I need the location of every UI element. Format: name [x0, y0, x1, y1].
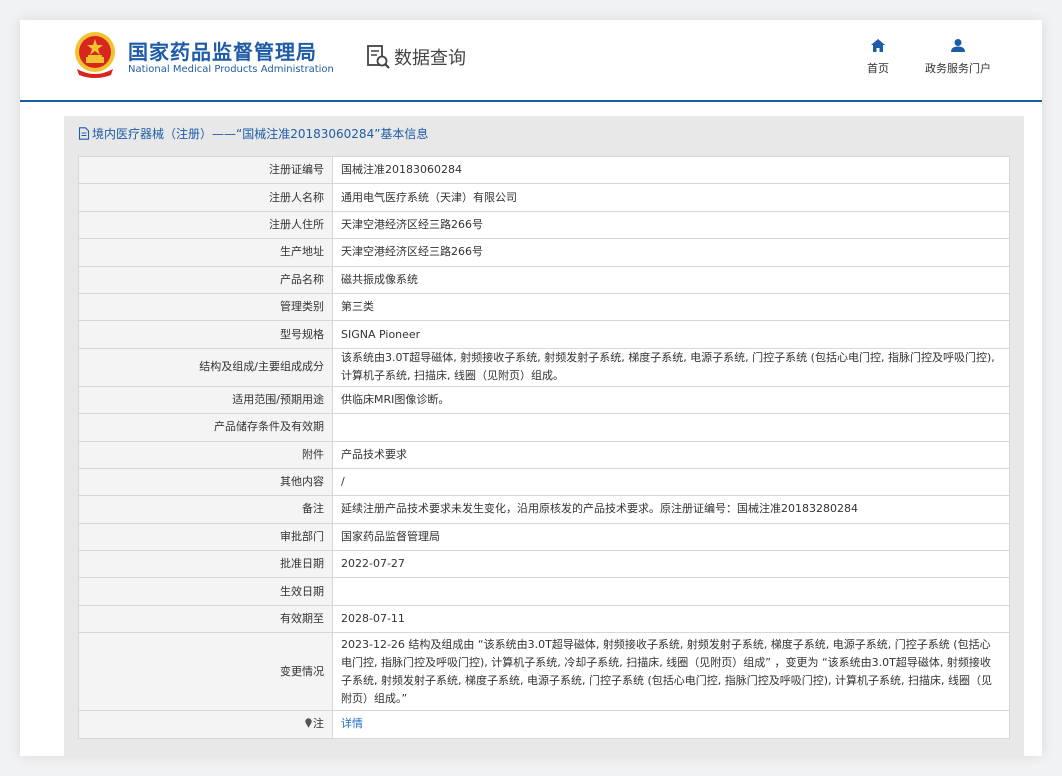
user-icon — [951, 39, 965, 52]
field-label: 有效期至 — [78, 604, 333, 634]
home-icon — [871, 39, 885, 52]
field-label: 产品名称 — [78, 265, 333, 294]
nav-home-label: 首页 — [867, 62, 889, 75]
field-value: 2022-07-27 — [332, 550, 1010, 579]
document-search-icon — [367, 45, 390, 69]
data-query-label: 数据查询 — [394, 48, 466, 69]
field-value: / — [332, 467, 1010, 497]
table-row: 注册证编号 国械注准20183060284 — [78, 155, 1010, 185]
panel-title-text: 境内医疗器械（注册）——“国械注准20183060284”基本信息 — [92, 126, 429, 141]
table-row: 结构及组成/主要组成成分 该系统由3.0T超导磁体, 射频接收子系统, 射频发射… — [78, 347, 1010, 387]
field-value — [332, 413, 1010, 442]
field-value: 天津空港经济区经三路266号 — [332, 210, 1010, 240]
pin-icon — [305, 718, 312, 729]
nav-portal-link[interactable]: 政务服务门户 — [918, 38, 998, 76]
field-value: 2023-12-26 结构及组成由 “该系统由3.0T超导磁体, 射频接收子系统… — [332, 632, 1010, 712]
field-label: 管理类别 — [78, 292, 333, 322]
field-label: 注册人住所 — [78, 210, 333, 240]
field-value: 磁共振成像系统 — [332, 265, 1010, 294]
table-row: 注册人名称 通用电气医疗系统（天津）有限公司 — [78, 183, 1010, 212]
table-row: 备注 延续注册产品技术要求未发生变化，沿用原核发的产品技术要求。原注册证编号：国… — [78, 495, 1010, 524]
org-name-en: National Medical Products Administration — [128, 64, 334, 75]
table-row: 型号规格 SIGNA Pioneer — [78, 320, 1010, 349]
document-icon — [78, 126, 90, 140]
table-row: 产品储存条件及有效期 — [78, 413, 1010, 442]
field-label: 附件 — [78, 440, 333, 469]
field-value: 国械注准20183060284 — [332, 155, 1010, 185]
national-emblem-icon — [75, 32, 115, 78]
field-label: 备注 — [78, 495, 333, 524]
page-frame: 国家药品监督管理局 National Medical Products Admi… — [20, 20, 1042, 756]
table-row: 适用范围/预期用途 供临床MRI图像诊断。 — [78, 385, 1010, 415]
table-row: 附件 产品技术要求 — [78, 440, 1010, 469]
table-row: 变更情况 2023-12-26 结构及组成由 “该系统由3.0T超导磁体, 射频… — [78, 632, 1010, 712]
field-label: 审批部门 — [78, 522, 333, 552]
table-row: 产品名称 磁共振成像系统 — [78, 265, 1010, 294]
field-value: 该系统由3.0T超导磁体, 射频接收子系统, 射频发射子系统, 梯度子系统, 电… — [332, 347, 1010, 387]
field-label: 生效日期 — [78, 577, 333, 606]
nav-home-link[interactable]: 首页 — [858, 38, 898, 76]
field-value: 供临床MRI图像诊断。 — [332, 385, 1010, 415]
field-label: 型号规格 — [78, 320, 333, 349]
table-row: 注册人住所 天津空港经济区经三路266号 — [78, 210, 1010, 240]
note-label: 注 — [313, 717, 324, 731]
data-query-title: 数据查询 — [366, 44, 466, 70]
field-value: 延续注册产品技术要求未发生变化，沿用原核发的产品技术要求。原注册证编号：国械注准… — [332, 495, 1010, 524]
field-label: 生产地址 — [78, 238, 333, 267]
field-value: 2028-07-11 — [332, 604, 1010, 634]
field-label: 产品储存条件及有效期 — [78, 413, 333, 442]
note-row: 注 详情 — [78, 710, 1010, 739]
field-value: 通用电气医疗系统（天津）有限公司 — [332, 183, 1010, 212]
field-label: 注册证编号 — [78, 155, 333, 185]
detail-link[interactable]: 详情 — [341, 717, 363, 730]
note-label-cell: 注 — [78, 710, 333, 739]
field-value: SIGNA Pioneer — [332, 320, 1010, 349]
table-row: 审批部门 国家药品监督管理局 — [78, 522, 1010, 552]
field-label: 变更情况 — [78, 632, 333, 712]
info-panel: 境内医疗器械（注册）——“国械注准20183060284”基本信息 注册证编号 … — [64, 116, 1024, 756]
table-row: 生效日期 — [78, 577, 1010, 606]
panel-title: 境内医疗器械（注册）——“国械注准20183060284”基本信息 — [78, 124, 428, 142]
field-label: 批准日期 — [78, 550, 333, 579]
table-row: 批准日期 2022-07-27 — [78, 550, 1010, 579]
field-value: 国家药品监督管理局 — [332, 522, 1010, 552]
field-label: 适用范围/预期用途 — [78, 385, 333, 415]
note-value-cell: 详情 — [332, 710, 1010, 739]
field-value: 天津空港经济区经三路266号 — [332, 238, 1010, 267]
site-header: 国家药品监督管理局 National Medical Products Admi… — [20, 20, 1042, 102]
field-value: 产品技术要求 — [332, 440, 1010, 469]
field-value — [332, 577, 1010, 606]
field-label: 注册人名称 — [78, 183, 333, 212]
nav-portal-label: 政务服务门户 — [925, 62, 991, 75]
field-label: 其他内容 — [78, 467, 333, 497]
table-row: 有效期至 2028-07-11 — [78, 604, 1010, 634]
table-row: 管理类别 第三类 — [78, 292, 1010, 322]
field-label: 结构及组成/主要组成成分 — [78, 347, 333, 387]
table-row: 生产地址 天津空港经济区经三路266号 — [78, 238, 1010, 267]
field-value: 第三类 — [332, 292, 1010, 322]
table-row: 其他内容 / — [78, 467, 1010, 497]
registration-info-table: 注册证编号 国械注准20183060284 注册人名称 通用电气医疗系统（天津）… — [78, 155, 1010, 739]
org-name-cn: 国家药品监督管理局 — [128, 40, 317, 64]
